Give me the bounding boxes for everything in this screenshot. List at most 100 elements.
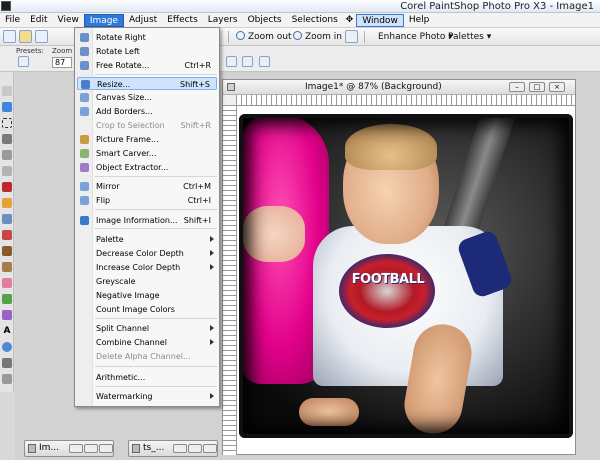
- open-file-icon[interactable]: [19, 30, 32, 43]
- menu-item-shortcut: Ctrl+I: [187, 196, 211, 205]
- pan-tool-icon[interactable]: [2, 86, 12, 96]
- menu-item-arithmetic[interactable]: Arithmetic...: [77, 371, 217, 384]
- image-window-titlebar[interactable]: Image1* @ 87% (Background) – □ ×: [223, 80, 575, 95]
- horizontal-ruler: [237, 95, 575, 106]
- full-screen-icon[interactable]: [259, 56, 270, 67]
- menu-item-image-information[interactable]: Image Information... Shift+I: [77, 214, 217, 227]
- text-tool-icon[interactable]: A: [2, 326, 12, 336]
- fit-icon[interactable]: [242, 56, 253, 67]
- menu-selections[interactable]: Selections: [287, 14, 343, 27]
- menu-item-palette[interactable]: Palette: [77, 233, 217, 246]
- menu-item-crop-to-selection[interactable]: Crop to Selection Shift+R: [77, 119, 217, 132]
- presets-icon[interactable]: [18, 56, 29, 67]
- menu-effects[interactable]: Effects: [162, 14, 203, 27]
- preset-shape-icon[interactable]: [2, 342, 12, 352]
- close-button[interactable]: ×: [549, 82, 565, 92]
- menu-item-object-extractor[interactable]: Object Extractor...: [77, 161, 217, 174]
- menu-item-split-channel[interactable]: Split Channel: [77, 322, 217, 335]
- clone-brush-icon[interactable]: [2, 214, 12, 224]
- menu-item-count-image-colors[interactable]: Count Image Colors: [77, 303, 217, 316]
- maximize-button[interactable]: [188, 444, 202, 453]
- menu-item-watermarking[interactable]: Watermarking: [77, 390, 217, 403]
- makeover-tool-icon[interactable]: [2, 198, 12, 208]
- image-doc-icon: [227, 83, 235, 91]
- restore-button[interactable]: [69, 444, 83, 453]
- smudge-tool-icon[interactable]: [2, 262, 12, 272]
- menu-item-increase-color-depth[interactable]: Increase Color Depth: [77, 261, 217, 274]
- menu-item-canvas-size[interactable]: Canvas Size...: [77, 91, 217, 104]
- toolbar-separator: [228, 31, 229, 43]
- close-button[interactable]: [99, 444, 113, 453]
- menu-item-negative-image[interactable]: Negative Image: [77, 289, 217, 302]
- maximize-button[interactable]: [84, 444, 98, 453]
- submenu-arrow-icon: [210, 264, 214, 270]
- actual-size-icon[interactable]: [226, 56, 237, 67]
- paint-brush-icon[interactable]: [2, 230, 12, 240]
- menu-file[interactable]: File: [0, 14, 25, 27]
- menu-separator: [95, 209, 217, 210]
- menu-edit[interactable]: Edit: [25, 14, 52, 27]
- flood-fill-icon[interactable]: [2, 294, 12, 304]
- dodge-tool-icon[interactable]: [2, 246, 12, 256]
- menu-item-icon: [80, 107, 89, 116]
- photo-canvas[interactable]: FOOTBALL: [239, 114, 573, 438]
- minimized-window-title: Im...: [39, 443, 60, 453]
- menu-item-rotate-left[interactable]: Rotate Left: [77, 45, 217, 58]
- picture-tube-icon[interactable]: [2, 310, 12, 320]
- menu-item-label: Add Borders...: [96, 107, 153, 116]
- menu-window[interactable]: Window: [356, 13, 404, 27]
- menu-item-decrease-color-depth[interactable]: Decrease Color Depth: [77, 247, 217, 260]
- image-doc-icon: [28, 444, 36, 453]
- menu-item-label: Combine Channel: [96, 338, 167, 347]
- menu-image[interactable]: Image: [83, 13, 125, 27]
- minimized-window-1[interactable]: Im...: [24, 440, 114, 457]
- menu-item-label: Greyscale: [96, 277, 136, 286]
- menu-item-label: Smart Carver...: [96, 149, 157, 158]
- zoom-out-button[interactable]: Zoom out: [236, 30, 292, 44]
- pen-tool-icon[interactable]: [2, 358, 12, 368]
- menu-view[interactable]: View: [53, 14, 84, 27]
- maximize-button[interactable]: □: [529, 82, 545, 92]
- pick-tool-icon[interactable]: [2, 102, 12, 112]
- menu-item-resize[interactable]: Resize... Shift+S: [77, 77, 217, 90]
- menu-adjust[interactable]: Adjust: [124, 14, 162, 27]
- save-icon[interactable]: [35, 30, 48, 43]
- zoom-in-button[interactable]: Zoom in: [293, 30, 342, 44]
- menu-item-shortcut: Ctrl+R: [184, 61, 212, 70]
- menu-layers[interactable]: Layers: [203, 14, 243, 27]
- menu-item-delete-alpha-channel[interactable]: Delete Alpha Channel...: [77, 350, 217, 363]
- restore-button[interactable]: [173, 444, 187, 453]
- straighten-tool-icon[interactable]: [2, 166, 12, 176]
- new-file-icon[interactable]: [3, 30, 16, 43]
- enhance-photo-button[interactable]: Enhance Photo ▾: [378, 30, 453, 44]
- selection-tool-icon[interactable]: [2, 118, 12, 128]
- fit-window-icon[interactable]: [345, 30, 358, 43]
- app-icon[interactable]: [1, 1, 11, 11]
- zoom-percent-field[interactable]: 87: [52, 57, 72, 68]
- menu-objects[interactable]: Objects: [243, 14, 287, 27]
- menu-item-label: Count Image Colors: [96, 305, 175, 314]
- eraser-tool-icon[interactable]: [2, 278, 12, 288]
- menu-item-picture-frame[interactable]: Picture Frame...: [77, 133, 217, 146]
- menu-item-flip[interactable]: Flip Ctrl+I: [77, 194, 217, 207]
- menu-item-rotate-right[interactable]: Rotate Right: [77, 31, 217, 44]
- menu-item-icon: [80, 182, 89, 191]
- menu-item-mirror[interactable]: Mirror Ctrl+M: [77, 180, 217, 193]
- minimized-window-2[interactable]: ts_...: [128, 440, 218, 457]
- crop-tool-icon[interactable]: [2, 150, 12, 160]
- menu-help[interactable]: Help: [404, 14, 435, 27]
- move-handle-icon[interactable]: ✥: [343, 14, 357, 27]
- menu-item-smart-carver[interactable]: Smart Carver...: [77, 147, 217, 160]
- image-doc-icon: [132, 444, 140, 453]
- menu-item-label: Mirror: [96, 182, 120, 191]
- red-eye-tool-icon[interactable]: [2, 182, 12, 192]
- menu-item-free-rotate[interactable]: Free Rotate... Ctrl+R: [77, 59, 217, 72]
- menu-item-add-borders[interactable]: Add Borders...: [77, 105, 217, 118]
- palettes-button[interactable]: Palettes ▾: [448, 30, 491, 44]
- menu-item-greyscale[interactable]: Greyscale: [77, 275, 217, 288]
- minimize-button[interactable]: –: [509, 82, 525, 92]
- dropper-tool-icon[interactable]: [2, 134, 12, 144]
- warp-brush-icon[interactable]: [2, 374, 12, 384]
- close-button[interactable]: [203, 444, 217, 453]
- menu-item-combine-channel[interactable]: Combine Channel: [77, 336, 217, 349]
